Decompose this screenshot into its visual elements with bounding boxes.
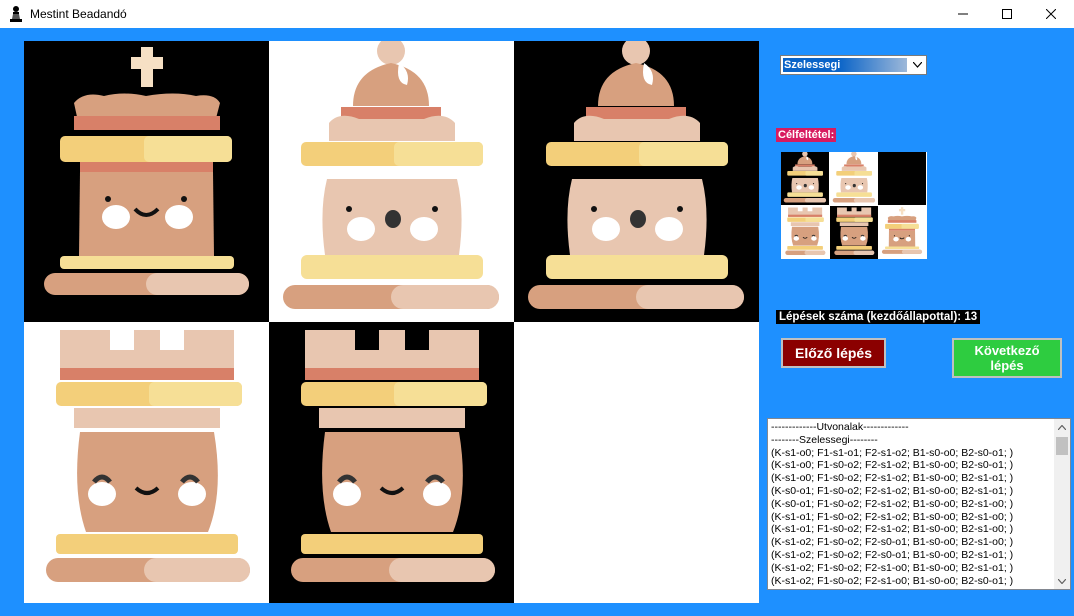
scroll-thumb[interactable] — [1056, 437, 1068, 455]
app-window: Mestint Beadandó Szelessegi Célfeltétel:… — [0, 0, 1074, 616]
route-line[interactable]: (K-s0-o1; F1-s0-o2; F2-s1-o2; B1-s0-o0; … — [771, 498, 1055, 511]
goal-square-bishop — [829, 152, 878, 205]
search-method-value: Szelessegi — [783, 58, 907, 72]
window-title: Mestint Beadandó — [30, 7, 127, 21]
scroll-up-icon[interactable] — [1054, 419, 1070, 435]
goal-square-rook — [829, 205, 878, 259]
minimize-button[interactable] — [940, 0, 986, 28]
goal-square-empty — [878, 152, 927, 205]
board-square-rook[interactable] — [24, 322, 269, 603]
scroll-down-icon[interactable] — [1054, 573, 1070, 589]
routes-scrollbar[interactable] — [1054, 419, 1070, 589]
close-icon — [1046, 9, 1056, 19]
board-square-bishop[interactable] — [514, 41, 759, 322]
board-square-king[interactable] — [24, 41, 269, 322]
chevron-down-icon[interactable] — [910, 58, 924, 72]
route-line[interactable]: --------Szelessegi-------- — [771, 434, 1055, 447]
route-line[interactable]: (K-s1-o1; F1-s0-o2; F2-s1-o2; B1-s0-o0; … — [771, 523, 1055, 536]
previous-step-button[interactable]: Előző lépés — [781, 338, 886, 368]
route-line[interactable]: (K-s1-o0; F1-s0-o2; F2-s1-o2; B1-s0-o0; … — [771, 472, 1055, 485]
chess-board[interactable] — [24, 41, 760, 603]
next-step-button[interactable]: Következő lépés — [952, 338, 1062, 378]
route-line[interactable]: (K-s1-o2; F1-s0-o2; F2-s0-o1; B1-s0-o0; … — [771, 536, 1055, 549]
board-square-rook[interactable] — [269, 322, 514, 603]
search-method-select[interactable]: Szelessegi — [780, 55, 927, 75]
route-line[interactable]: (K-s1-o2; F1-s0-o2; F2-s1-o0; B1-s0-o0; … — [771, 575, 1055, 588]
route-line[interactable]: (K-s1-o2; F1-s0-o2; F2-s1-o0; B1-s0-o0; … — [771, 562, 1055, 575]
route-line[interactable]: (K-s1-o2; F1-s0-o2; F2-s0-o1; B1-s0-o0; … — [771, 549, 1055, 562]
step-count-label: Lépések száma (kezdőállapottal): 13 — [776, 310, 981, 324]
board-square-empty[interactable] — [514, 322, 759, 603]
client-area: Szelessegi Célfeltétel: Lépések száma (k… — [0, 28, 1074, 616]
title-bar[interactable]: Mestint Beadandó — [0, 0, 1074, 28]
maximize-button[interactable] — [984, 0, 1030, 28]
goal-square-rook — [781, 205, 829, 259]
route-line[interactable]: (K-s1-o0; F1-s0-o2; F2-s1-o2; B1-s0-o0; … — [771, 459, 1055, 472]
board-square-bishop[interactable] — [269, 41, 514, 322]
minimize-icon — [958, 13, 968, 15]
goal-square-bishop — [781, 152, 829, 205]
route-line[interactable]: (K-s1-o0; F1-s1-o1; F2-s1-o2; B1-s0-o0; … — [771, 447, 1055, 460]
route-line[interactable]: -------------Utvonalak------------- — [771, 421, 1055, 434]
routes-list: -------------Utvonalak------------- -----… — [771, 421, 1055, 587]
chess-pawn-icon — [10, 6, 22, 22]
goal-label: Célfeltétel: — [776, 128, 837, 142]
goal-square-king — [878, 205, 927, 259]
maximize-icon — [1002, 9, 1012, 19]
route-line[interactable]: (K-s0-o1; F1-s0-o2; F2-s1-o2; B1-s0-o0; … — [771, 485, 1055, 498]
routes-listbox[interactable]: -------------Utvonalak------------- -----… — [767, 418, 1071, 590]
goal-board — [781, 152, 927, 259]
route-line[interactable]: (K-s1-o1; F1-s0-o2; F2-s1-o2; B1-s0-o0; … — [771, 511, 1055, 524]
close-button[interactable] — [1028, 0, 1074, 28]
